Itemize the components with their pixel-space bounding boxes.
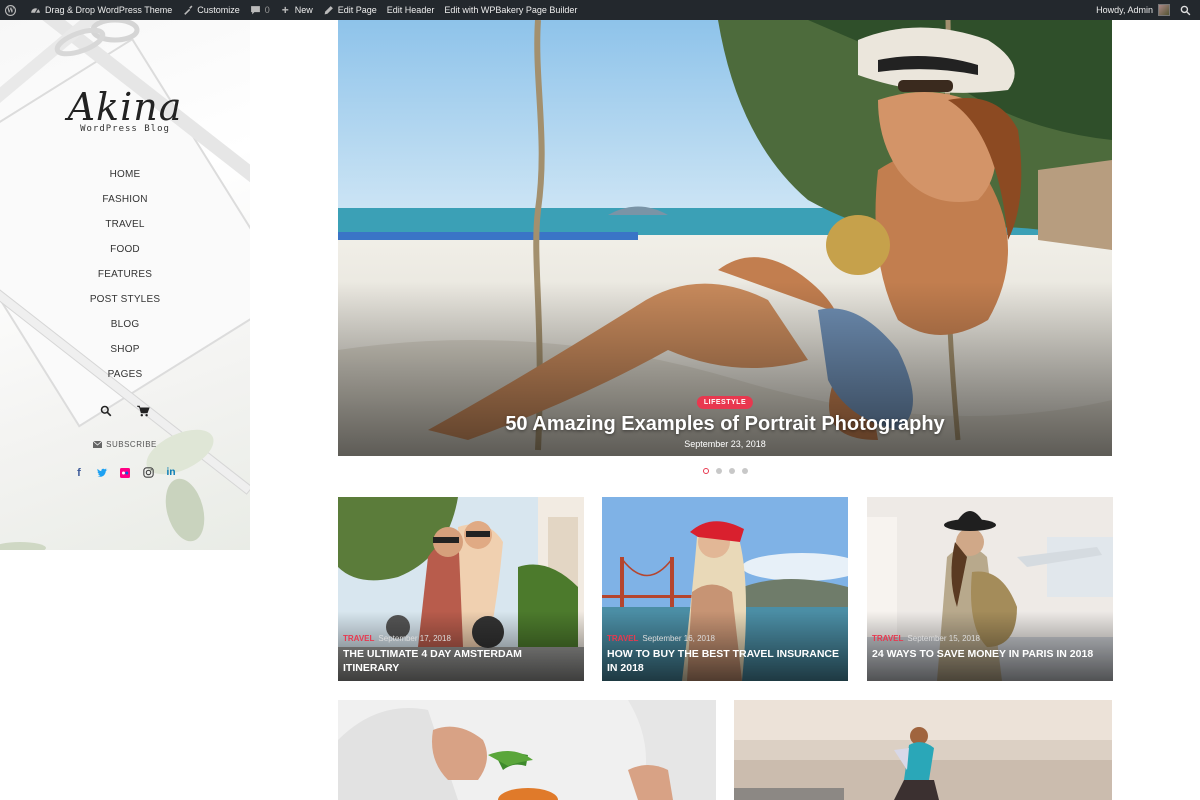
logo-tagline: WordPress Blog	[80, 124, 170, 134]
menu-item-food[interactable]: FOOD	[0, 237, 250, 262]
admin-bar-right: Howdy, Admin	[1091, 0, 1200, 20]
wordpress-icon: W	[5, 4, 16, 16]
customize-label: Customize	[197, 5, 240, 15]
edit-builder-label: Edit with WPBakery Page Builder	[444, 5, 578, 15]
edit-header-label: Edit Header	[386, 5, 435, 15]
wordpress-logo-button[interactable]: W	[0, 0, 25, 20]
post-card[interactable]: TRAVEL September 16, 2018 HOW TO BUY THE …	[602, 497, 848, 681]
slider-pagination	[0, 468, 1200, 474]
slider-dot[interactable]	[715, 468, 722, 474]
account-menu[interactable]: Howdy, Admin	[1091, 0, 1175, 20]
menu-item-home[interactable]: HOME	[0, 162, 250, 187]
plus-icon: +	[281, 3, 289, 17]
post-card-wide[interactable]	[338, 700, 716, 800]
customize-link[interactable]: Customize	[177, 0, 245, 20]
edit-page-link[interactable]: Edit Page	[318, 0, 382, 20]
slider-dot[interactable]	[728, 468, 735, 474]
site-logo[interactable]: Akina WordPress Blog	[0, 88, 250, 134]
avatar	[1158, 4, 1170, 16]
pencil-icon	[323, 5, 334, 16]
comments-link[interactable]: 0	[245, 0, 275, 20]
post-thumbnail	[734, 700, 1112, 800]
post-date: September 16, 2018	[642, 634, 715, 643]
search-icon[interactable]	[100, 404, 112, 422]
site-name-link[interactable]: Drag & Drop WordPress Theme	[25, 0, 177, 20]
new-label: New	[294, 5, 313, 15]
brush-icon	[182, 5, 193, 16]
post-card[interactable]: TRAVEL September 17, 2018 THE ULTIMATE 4 …	[338, 497, 584, 681]
hero-slider[interactable]: LIFESTYLE 50 Amazing Examples of Portrai…	[338, 20, 1112, 456]
menu-item-pages[interactable]: PAGES	[0, 362, 250, 387]
hero-category-badge[interactable]: LIFESTYLE	[696, 396, 754, 409]
hero-date: September 23, 2018	[684, 439, 766, 449]
thumbnail-overlay	[867, 611, 1113, 681]
post-meta: TRAVEL September 16, 2018	[607, 634, 715, 643]
menu-item-shop[interactable]: SHOP	[0, 337, 250, 362]
post-date: September 15, 2018	[907, 634, 980, 643]
post-title[interactable]: HOW TO BUY THE BEST TRAVEL INSURANCE IN …	[607, 647, 843, 675]
hero-image	[338, 20, 1112, 456]
menu-item-post-styles[interactable]: POST STYLES	[0, 287, 250, 312]
post-meta: TRAVEL September 17, 2018	[343, 634, 451, 643]
admin-search-button[interactable]	[1175, 0, 1200, 20]
wp-admin-bar: W Drag & Drop WordPress Theme Customize …	[0, 0, 1200, 20]
post-title[interactable]: THE ULTIMATE 4 DAY AMSTERDAM ITINERARY	[343, 647, 579, 675]
svg-text:W: W	[6, 7, 14, 14]
menu-item-blog[interactable]: BLOG	[0, 312, 250, 337]
post-category[interactable]: TRAVEL	[607, 634, 638, 643]
cart-icon[interactable]	[136, 404, 150, 422]
dashboard-icon	[30, 5, 41, 16]
post-title[interactable]: 24 WAYS TO SAVE MONEY IN PARIS IN 2018	[872, 647, 1108, 661]
slider-dot[interactable]	[741, 468, 748, 474]
main-menu: HOME FASHION TRAVEL FOOD FEATURES POST S…	[0, 162, 250, 387]
edit-header-link[interactable]: Edit Header	[382, 0, 440, 20]
site-name-label: Drag & Drop WordPress Theme	[45, 5, 173, 15]
slider-dot[interactable]	[702, 468, 709, 474]
post-date: September 17, 2018	[378, 634, 451, 643]
edit-builder-link[interactable]: Edit with WPBakery Page Builder	[439, 0, 582, 20]
subscribe-link[interactable]: SUBSCRIBE	[0, 440, 250, 450]
subscribe-label: SUBSCRIBE	[106, 440, 157, 449]
post-card[interactable]: TRAVEL September 15, 2018 24 WAYS TO SAVE…	[867, 497, 1113, 681]
menu-item-travel[interactable]: TRAVEL	[0, 212, 250, 237]
new-content-link[interactable]: + New	[275, 0, 318, 20]
greeting-label: Howdy, Admin	[1096, 5, 1153, 15]
comment-icon	[250, 5, 261, 16]
comments-count: 0	[264, 5, 270, 15]
post-category[interactable]: TRAVEL	[872, 634, 903, 643]
hero-title[interactable]: 50 Amazing Examples of Portrait Photogra…	[338, 413, 1112, 436]
menu-item-fashion[interactable]: FASHION	[0, 187, 250, 212]
envelope-icon	[92, 440, 103, 450]
logo-name: Akina	[67, 85, 183, 129]
post-meta: TRAVEL September 15, 2018	[872, 634, 980, 643]
search-icon	[1180, 5, 1191, 16]
sidebar-tools	[0, 404, 250, 422]
edit-page-label: Edit Page	[337, 5, 377, 15]
menu-item-features[interactable]: FEATURES	[0, 262, 250, 287]
post-thumbnail	[338, 700, 716, 800]
post-card-wide[interactable]	[734, 700, 1112, 800]
post-category[interactable]: TRAVEL	[343, 634, 374, 643]
